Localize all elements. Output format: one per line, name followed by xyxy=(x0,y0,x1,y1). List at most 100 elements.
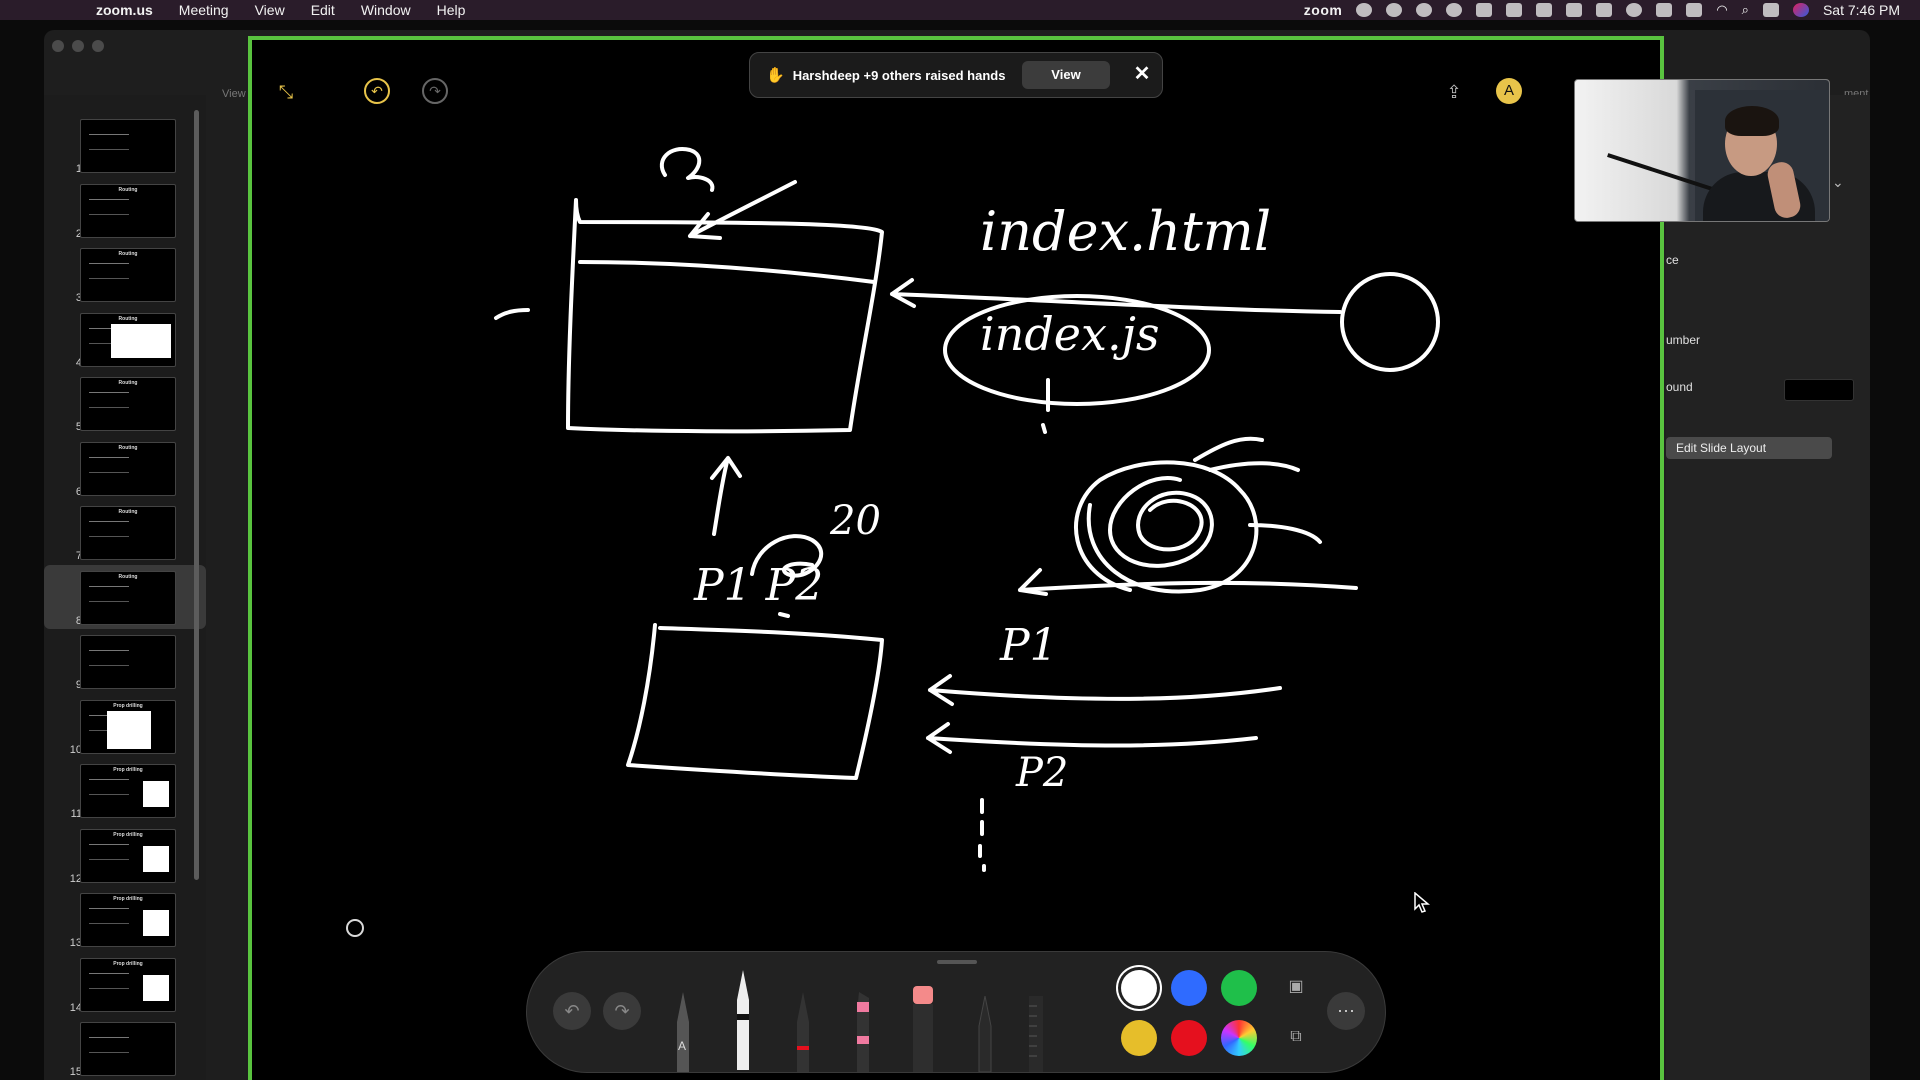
slide-preview-image xyxy=(111,323,171,358)
label-twenty: 20 xyxy=(829,498,881,544)
view-raised-hands-button[interactable]: View xyxy=(1022,61,1110,89)
search-icon[interactable]: ⌕ xyxy=(1742,2,1749,18)
color-green-swatch[interactable] xyxy=(1221,970,1257,1006)
color-picker-swatch[interactable] xyxy=(1221,1020,1257,1056)
tray-icon-2[interactable] xyxy=(1386,3,1403,17)
drawing-spiral-scribble xyxy=(1074,436,1322,594)
wifi-icon[interactable]: ◠ xyxy=(1716,2,1727,18)
window-close-dot[interactable] xyxy=(52,40,64,52)
color-yellow-swatch[interactable] xyxy=(1121,1020,1157,1056)
raised-hands-notice: ✋ Harshdeep +9 others raised hands View … xyxy=(749,52,1163,98)
slide-thumbnail-15[interactable]: 15 xyxy=(44,1016,206,1080)
slide-number: 6 xyxy=(75,485,82,498)
window-minimize-dot[interactable] xyxy=(72,40,84,52)
battery-icon[interactable] xyxy=(1686,3,1703,17)
edit-slide-layout-button[interactable]: Edit Slide Layout xyxy=(1666,437,1832,459)
menu-window[interactable]: Window xyxy=(361,2,411,18)
slide-thumbnail-8[interactable]: 8 Routing xyxy=(44,564,206,629)
palette-redo-button[interactable]: ↷ xyxy=(603,992,641,1030)
tray-icon-4[interactable] xyxy=(1506,3,1523,17)
slide-number: 10 xyxy=(69,743,82,756)
palette-grip[interactable] xyxy=(937,960,977,964)
slide-thumbnail-4[interactable]: 4 Routing xyxy=(44,307,206,371)
inspector-chevron-icon[interactable]: ⌄ xyxy=(1832,174,1844,191)
slide-thumbnail-9[interactable]: 9 xyxy=(44,629,206,693)
fine-marker-tool[interactable] xyxy=(791,992,815,1072)
slide-number: 15 xyxy=(69,1066,82,1078)
share-icon[interactable]: ⇪ xyxy=(1440,78,1468,106)
shapes-icon[interactable]: ⧉ xyxy=(1277,1018,1315,1056)
whiteboard-canvas[interactable]: index.html index.js 20 P1 P2 P1 P2 xyxy=(252,40,1660,1080)
menu-edit[interactable]: Edit xyxy=(311,2,335,18)
tray-icon-7[interactable] xyxy=(1596,3,1613,17)
menu-meeting[interactable]: Meeting xyxy=(179,2,229,18)
menu-help[interactable]: Help xyxy=(437,2,466,18)
slide-thumbnail-11[interactable]: 11 Prop drilling xyxy=(44,758,206,822)
status-zoom-label[interactable]: zoom xyxy=(1304,2,1343,18)
slide-number: 13 xyxy=(69,937,82,949)
slide-preview-lines xyxy=(89,843,129,860)
slide-thumbnail-12[interactable]: 12 Prop drilling xyxy=(44,823,206,887)
tray-icon-3[interactable] xyxy=(1416,3,1433,17)
color-white-swatch[interactable] xyxy=(1121,970,1157,1006)
tray-icon-1[interactable] xyxy=(1356,3,1373,17)
siri-icon[interactable] xyxy=(1792,3,1809,17)
slide-thumbnail-3[interactable]: 3 Routing xyxy=(44,242,206,306)
tray-icon-8[interactable] xyxy=(1626,3,1643,17)
slide-thumbnail-13[interactable]: 13 Prop drilling xyxy=(44,887,206,951)
text-box-icon[interactable]: ▣ xyxy=(1277,968,1315,1006)
slide-thumbnail-14[interactable]: 14 Prop drilling xyxy=(44,952,206,1016)
slide-thumbnail-6[interactable]: 6 Routing xyxy=(44,436,206,500)
slide-preview: Prop drilling xyxy=(80,828,176,883)
slide-number: 11 xyxy=(70,808,82,820)
slide-thumbnail-7[interactable]: 7 Routing xyxy=(44,500,206,564)
background-color-swatch[interactable] xyxy=(1784,379,1854,401)
highlighter-tool[interactable] xyxy=(851,992,875,1072)
palette-undo-button[interactable]: ↶ xyxy=(553,992,591,1030)
redo-icon[interactable]: ↷ xyxy=(422,78,448,104)
pencil-tool[interactable] xyxy=(731,970,755,1070)
participant-video[interactable] xyxy=(1574,79,1830,222)
slide-preview-lines xyxy=(89,779,129,795)
markup-icon[interactable]: A xyxy=(1496,78,1522,104)
close-notice-button[interactable]: ✕ xyxy=(1130,60,1154,88)
control-center-icon[interactable] xyxy=(1762,3,1779,17)
svg-text:A: A xyxy=(678,1039,686,1053)
drawing-up-arrow xyxy=(710,456,742,536)
slide-preview-lines xyxy=(89,134,129,150)
slide-preview: Routing xyxy=(80,312,176,367)
more-options-icon[interactable]: ⋯ xyxy=(1327,992,1365,1030)
color-red-swatch[interactable] xyxy=(1171,1020,1207,1056)
exit-fullscreen-icon[interactable]: ⤡ xyxy=(272,78,300,106)
slide-preview-title: Routing xyxy=(118,186,138,193)
pen-a-tool[interactable]: A xyxy=(671,992,695,1072)
color-blue-swatch[interactable] xyxy=(1171,970,1207,1006)
slide-preview-image xyxy=(143,910,169,936)
menu-app-name[interactable]: zoom.us xyxy=(96,2,153,18)
navigator-scrollbar[interactable] xyxy=(194,110,199,880)
slide-thumbnail-2[interactable]: 2 Routing xyxy=(44,178,206,242)
window-zoom-dot[interactable] xyxy=(92,40,104,52)
slide-preview: Prop drilling xyxy=(80,893,176,947)
globe-icon[interactable] xyxy=(1446,3,1463,17)
inspector-label-slide-number: umber xyxy=(1666,333,1701,347)
slide-thumbnail-5[interactable]: 5 Routing xyxy=(44,371,206,435)
raised-hand-icon: ✋ xyxy=(766,67,785,84)
slide-number: 1 xyxy=(75,163,82,175)
tray-icon-6[interactable] xyxy=(1566,3,1583,17)
undo-icon[interactable]: ↶ xyxy=(364,78,390,104)
slide-thumbnail-1[interactable]: 1 xyxy=(44,113,206,177)
ruler-tool[interactable] xyxy=(1027,996,1047,1072)
menu-view[interactable]: View xyxy=(255,2,285,18)
slide-preview-title: Routing xyxy=(118,251,138,257)
tray-icon-9[interactable] xyxy=(1656,3,1673,17)
crayon-tool[interactable] xyxy=(973,996,997,1072)
slide-thumbnail-10[interactable]: 10 Prop drilling xyxy=(44,694,206,758)
toggle-icon[interactable] xyxy=(1476,3,1493,17)
slide-preview-lines xyxy=(89,908,129,924)
menubar-clock[interactable]: Sat 7:46 PM xyxy=(1823,2,1900,18)
eraser-tool[interactable] xyxy=(909,986,937,1072)
label-index-js: index.js xyxy=(980,307,1159,361)
tray-icon-5[interactable] xyxy=(1536,3,1553,17)
toolbar-view-label[interactable]: View xyxy=(222,88,246,100)
